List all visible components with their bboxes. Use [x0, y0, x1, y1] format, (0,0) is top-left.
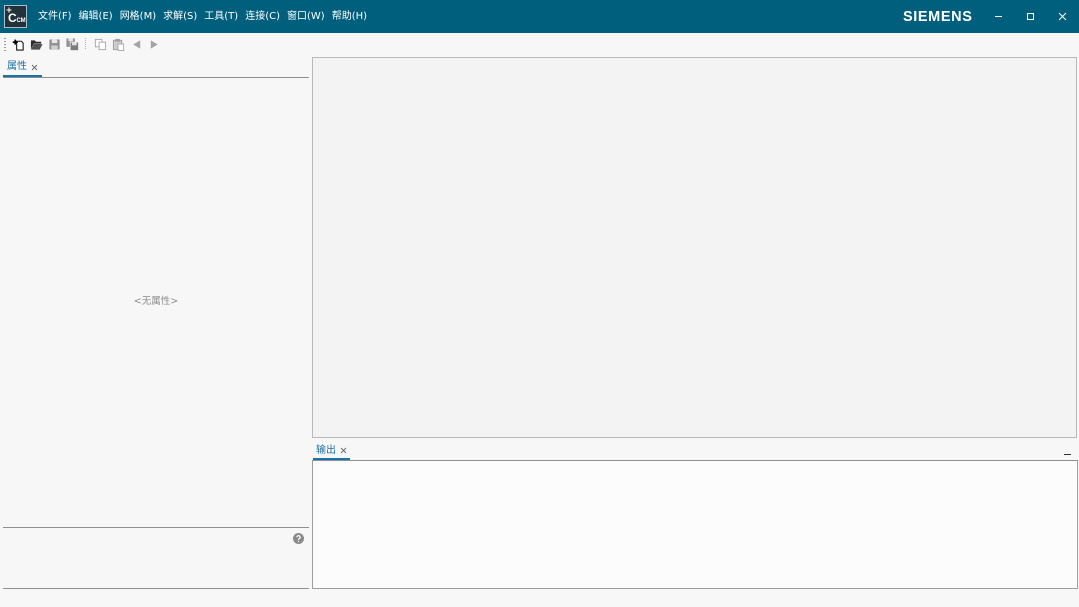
minimize-icon[interactable]	[1063, 448, 1072, 457]
toolbar-grip[interactable]	[4, 38, 6, 51]
maximize-icon	[1027, 13, 1034, 20]
open-folder-icon	[30, 39, 43, 50]
siemens-logo: SIEMENS	[903, 9, 973, 25]
menu-solve[interactable]: 求解(S)	[163, 10, 197, 24]
property-help-area	[3, 527, 309, 589]
save-as-icon	[65, 37, 79, 51]
help-icon[interactable]	[293, 533, 304, 544]
maximize-button[interactable]	[1025, 11, 1036, 22]
menu-window[interactable]: 窗口(W)	[287, 10, 325, 24]
back-button[interactable]	[128, 36, 144, 52]
save-as-button[interactable]	[64, 36, 80, 52]
save-icon	[48, 38, 60, 50]
toolbar-separator	[82, 37, 90, 51]
paste-button[interactable]	[110, 36, 126, 52]
output-panel: 输出	[312, 443, 1078, 589]
copy-icon	[94, 38, 106, 50]
minimize-icon	[995, 16, 1002, 17]
forward-button[interactable]	[146, 36, 162, 52]
menu-mesh[interactable]: 网格(M)	[120, 10, 156, 24]
output-log-area[interactable]	[312, 461, 1078, 589]
toolbar-buttons	[10, 36, 162, 52]
tab-properties-label: 属性	[7, 61, 27, 72]
tab-output-label: 输出	[316, 444, 336, 456]
menu-tools[interactable]: 工具(T)	[204, 10, 238, 24]
forward-arrow-icon	[150, 39, 158, 49]
app-icon-lettering: CCM	[8, 11, 26, 25]
title-bar: CCM 文件(F) 编辑(E) 网格(M) 求解(S) 工具(T) 连接(C) …	[0, 0, 1079, 33]
close-icon[interactable]	[340, 447, 347, 454]
properties-panel: 属性 <无属性>	[3, 59, 309, 589]
new-simulation-icon	[12, 39, 24, 51]
new-simulation-button[interactable]	[10, 36, 26, 52]
open-simulation-button[interactable]	[28, 36, 44, 52]
close-icon	[1058, 12, 1067, 21]
menu-connect[interactable]: 连接(C)	[245, 10, 280, 24]
properties-content: <无属性>	[3, 78, 309, 527]
paste-icon	[112, 38, 124, 51]
save-button[interactable]	[46, 36, 62, 52]
toolbar	[0, 34, 1079, 54]
graphics-window[interactable]	[312, 57, 1077, 438]
copy-button[interactable]	[92, 36, 108, 52]
tab-properties[interactable]: 属性	[3, 59, 42, 77]
menu-bar: 文件(F) 编辑(E) 网格(M) 求解(S) 工具(T) 连接(C) 窗口(W…	[38, 0, 367, 33]
empty-properties-text: <无属性>	[133, 295, 179, 307]
close-icon[interactable]	[31, 64, 38, 71]
menu-help[interactable]: 帮助(H)	[332, 10, 367, 24]
close-button[interactable]	[1057, 11, 1068, 22]
output-tab-row: 输出	[312, 443, 1078, 461]
properties-tab-row: 属性	[3, 59, 309, 78]
back-arrow-icon	[132, 39, 140, 49]
menu-file[interactable]: 文件(F)	[38, 10, 72, 24]
menu-edit[interactable]: 编辑(E)	[79, 10, 113, 24]
minimize-button[interactable]	[993, 11, 1004, 22]
app-icon[interactable]: CCM	[4, 5, 27, 28]
tab-output[interactable]: 输出	[313, 443, 350, 460]
